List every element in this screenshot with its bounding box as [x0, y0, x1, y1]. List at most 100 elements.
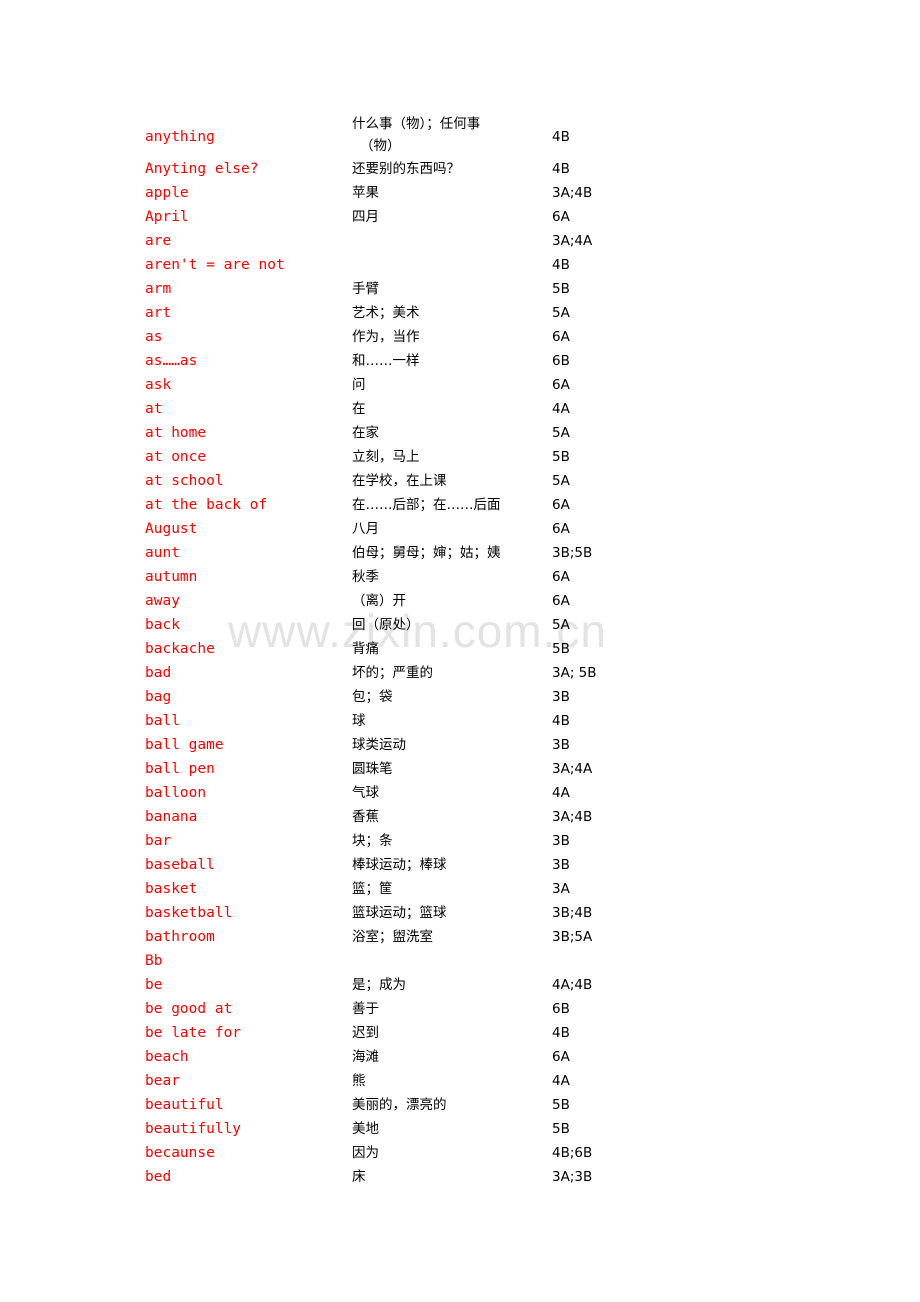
row-gutter: [0, 1045, 145, 1069]
row-gutter: [692, 181, 920, 205]
row-gutter: [0, 541, 145, 565]
glossary-row: autumn 秋季 6A: [0, 565, 920, 589]
glossary-term: baseball: [145, 857, 215, 873]
glossary-definition: 在家: [352, 425, 379, 441]
glossary-term: bear: [145, 1073, 180, 1089]
glossary-definition: 棒球运动；棒球: [352, 857, 447, 873]
glossary-term: bar: [145, 833, 172, 849]
row-gutter: [692, 1093, 920, 1117]
glossary-definition: 苹果: [352, 185, 379, 201]
row-gutter: [0, 997, 145, 1021]
glossary-row: be good at 善于 6B: [0, 997, 920, 1021]
glossary-row: ball game 球类运动 3B: [0, 733, 920, 757]
glossary-row: back 回（原处） 5A: [0, 613, 920, 637]
glossary-level: 4B;6B: [552, 1145, 593, 1161]
row-gutter: [692, 781, 920, 805]
glossary-level: 3B;4B: [552, 905, 593, 921]
glossary-definition: 美丽的，漂亮的: [352, 1097, 447, 1113]
glossary-level: 3A;4A: [552, 761, 593, 777]
row-gutter: [0, 1069, 145, 1093]
row-gutter: [692, 613, 920, 637]
glossary-row: baseball 棒球运动；棒球 3B: [0, 853, 920, 877]
glossary-row: be 是；成为 4A;4B: [0, 973, 920, 997]
glossary-body: anything 什么事（物）；任何事 （物） 4B Anyting else? 还要别的…: [0, 113, 920, 1189]
glossary-level: 5A: [552, 305, 570, 321]
row-gutter: [0, 1141, 145, 1165]
glossary-definition: 和……一样: [352, 353, 420, 369]
glossary-row: becaunse 因为 4B;6B: [0, 1141, 920, 1165]
row-gutter: [0, 1165, 145, 1189]
row-gutter: [0, 853, 145, 877]
glossary-row: bad 坏的；严重的 3A; 5B: [0, 661, 920, 685]
row-gutter: [692, 517, 920, 541]
glossary-definition: [352, 229, 552, 253]
glossary-row: August 八月 6A: [0, 517, 920, 541]
glossary-level: 6B: [552, 353, 570, 369]
glossary-row: bathroom 浴室；盥洗室 3B;5A: [0, 925, 920, 949]
glossary-level: [552, 949, 692, 973]
row-gutter: [692, 949, 920, 973]
glossary-definition: 块；条: [352, 833, 393, 849]
row-gutter: [692, 277, 920, 301]
definition-line: 什么事（物）；任何事: [352, 116, 481, 132]
glossary-definition: 背痛: [352, 641, 379, 657]
row-gutter: [692, 877, 920, 901]
glossary-level: 3A;4B: [552, 809, 593, 825]
glossary-definition: 作为，当作: [352, 329, 420, 345]
row-gutter: [0, 973, 145, 997]
row-gutter: [0, 229, 145, 253]
glossary-level: 3A;3B: [552, 1169, 593, 1185]
glossary-level: 6A: [552, 329, 570, 345]
row-gutter: [692, 325, 920, 349]
glossary-level: 5A: [552, 617, 570, 633]
glossary-term: Anyting else?: [145, 161, 259, 177]
glossary-term: at home: [145, 425, 207, 441]
glossary-definition: 球类运动: [352, 737, 406, 753]
glossary-level: 3B: [552, 737, 570, 753]
row-gutter: [0, 613, 145, 637]
glossary-level: 5B: [552, 449, 570, 465]
glossary-definition: 八月: [352, 521, 379, 537]
glossary-row: beautifully 美地 5B: [0, 1117, 920, 1141]
row-gutter: [0, 877, 145, 901]
row-gutter: [0, 205, 145, 229]
glossary-row: at the back of 在……后部；在……后面 6A: [0, 493, 920, 517]
glossary-term: basketball: [145, 905, 233, 921]
glossary-definition: 艺术；美术: [352, 305, 420, 321]
glossary-row: basket 篮；筐 3A: [0, 877, 920, 901]
row-gutter: [692, 301, 920, 325]
glossary-definition: 圆珠笔: [352, 761, 393, 777]
glossary-term: ball pen: [145, 761, 215, 777]
glossary-row: at once 立刻，马上 5B: [0, 445, 920, 469]
row-gutter: [692, 757, 920, 781]
row-gutter: [0, 1093, 145, 1117]
glossary-definition: [352, 949, 552, 973]
glossary-definition: 海滩: [352, 1049, 379, 1065]
glossary-row: as 作为，当作 6A: [0, 325, 920, 349]
row-gutter: [0, 1021, 145, 1045]
glossary-term: art: [145, 305, 172, 321]
row-gutter: [692, 853, 920, 877]
row-gutter: [692, 421, 920, 445]
glossary-level: 4A: [552, 785, 570, 801]
glossary-term: are: [145, 233, 172, 249]
row-gutter: [0, 925, 145, 949]
glossary-term: basket: [145, 881, 198, 897]
row-gutter: [692, 1165, 920, 1189]
glossary-level: 4B: [552, 713, 570, 729]
row-gutter: [0, 157, 145, 181]
glossary-term: backache: [145, 641, 215, 657]
glossary-row: apple 苹果 3A;4B: [0, 181, 920, 205]
row-gutter: [692, 1021, 920, 1045]
glossary-row: ask 问 6A: [0, 373, 920, 397]
row-gutter: [692, 113, 920, 157]
row-gutter: [692, 685, 920, 709]
glossary-level: 3B: [552, 857, 570, 873]
glossary-definition: 立刻，马上: [352, 449, 420, 465]
row-gutter: [0, 1117, 145, 1141]
glossary-row: anything 什么事（物）；任何事 （物） 4B: [0, 113, 920, 157]
glossary-term: Bb: [145, 953, 163, 969]
glossary-term: be good at: [145, 1001, 233, 1017]
glossary-definition: [352, 253, 552, 277]
glossary-term: banana: [145, 809, 198, 825]
